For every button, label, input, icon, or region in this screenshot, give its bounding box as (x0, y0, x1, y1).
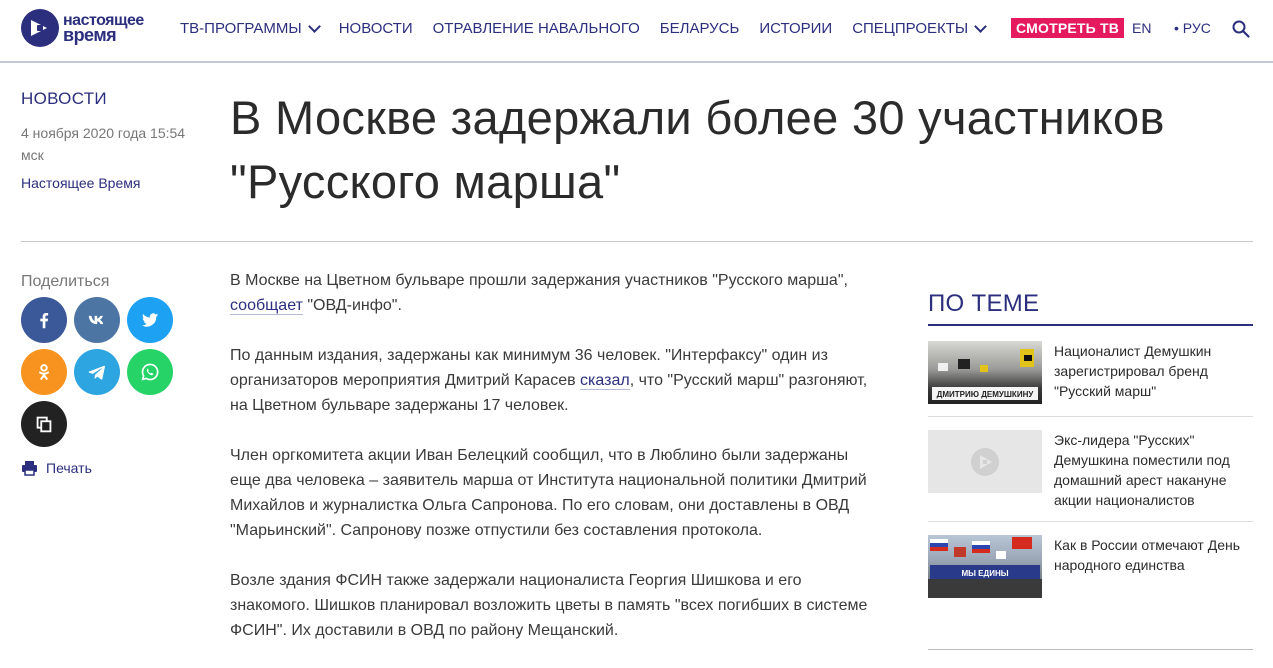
nav-navalny-poisoning[interactable]: ОТРАВЛЕНИЕ НАВАЛЬНОГО (433, 20, 640, 37)
share-label: Поделиться (21, 273, 110, 290)
related-heading: ПО ТЕМЕ (928, 290, 1253, 326)
related-title: Как в России отмечают День народного еди… (1054, 537, 1241, 573)
nav-tv-programs[interactable]: ТВ-ПРОГРАММЫ (180, 20, 321, 37)
divider (928, 416, 1253, 417)
svg-text:МЫ ЕДИНЫ: МЫ ЕДИНЫ (961, 569, 1008, 578)
logo-mark-icon (21, 9, 59, 47)
printer-icon (22, 461, 37, 476)
share-twitter-button[interactable] (127, 297, 173, 343)
photo-flags-image: ДМИТРИЮ ДЕМУШКИНУ (932, 349, 1038, 400)
article-paragraph: Член оргкомитета акции Иван Белецкий соо… (230, 447, 867, 539)
whatsapp-icon (141, 363, 159, 381)
article-paragraph: По данным издания, задержаны как минимум… (230, 347, 868, 414)
article-body: В Москве на Цветном бульваре прошли заде… (230, 268, 870, 668)
facebook-icon (40, 312, 49, 329)
share-odnoklassniki-button[interactable] (21, 349, 67, 395)
main-nav: ТВ-ПРОГРАММЫ НОВОСТИ ОТРАВЛЕНИЕ НАВАЛЬНО… (180, 20, 1005, 37)
print-button[interactable]: Печать (21, 460, 92, 476)
placeholder-logo-icon (971, 447, 999, 476)
divider (928, 649, 1253, 650)
article-category[interactable]: НОВОСТИ (21, 89, 107, 109)
lang-ru-link[interactable]: • РУС (1174, 20, 1211, 36)
nav-news[interactable]: НОВОСТИ (339, 20, 413, 37)
page-title: В Москве задержали более 30 участников "… (230, 91, 1165, 208)
divider (928, 521, 1253, 522)
photo-march-image: МЫ ЕДИНЫ (928, 537, 1042, 598)
related-item[interactable]: Экс-лидера "Русских" Демушкина поместили… (928, 430, 1253, 510)
nav-stories[interactable]: ИСТОРИИ (759, 20, 832, 37)
svg-text:ДМИТРИЮ ДЕМУШКИНУ: ДМИТРИЮ ДЕМУШКИНУ (937, 390, 1035, 399)
article-date: 4 ноября 2020 года 15:54 мск (21, 125, 186, 163)
article-paragraph: В Москве на Цветном бульваре прошли заде… (230, 272, 848, 315)
search-icon[interactable] (1232, 20, 1250, 38)
related-title: Националист Демушкин зарегистрировал бре… (1054, 343, 1212, 399)
share-telegram-button[interactable] (74, 349, 120, 395)
divider (21, 241, 1253, 242)
source-link[interactable]: сообщает (230, 297, 303, 315)
article-paragraph: Возле здания ФСИН также задержали национ… (230, 572, 868, 639)
vk-icon (88, 315, 104, 325)
share-whatsapp-button[interactable] (127, 349, 173, 395)
site-logo[interactable]: настоящее время (21, 9, 144, 47)
related-item[interactable]: ДМИТРИЮ ДЕМУШКИНУ Националист Демушкин з… (928, 341, 1253, 404)
lang-en-link[interactable]: EN (1132, 20, 1151, 36)
copy-link-icon (36, 416, 52, 433)
telegram-icon (88, 365, 105, 380)
odnoklassniki-icon (38, 364, 50, 380)
chevron-down-icon (307, 20, 321, 33)
related-thumbnail: МЫ ЕДИНЫ (928, 535, 1042, 598)
logo-text: настоящее время (63, 12, 144, 45)
source-link[interactable]: сказал (580, 372, 630, 390)
nav-special-projects[interactable]: СПЕЦПРОЕКТЫ (852, 20, 988, 37)
related-title: Экс-лидера "Русских" Демушкина поместили… (1054, 432, 1230, 508)
related-item[interactable]: МЫ ЕДИНЫ Как в России отмечают День наро… (928, 535, 1253, 598)
nav-belarus[interactable]: БЕЛАРУСЬ (660, 20, 740, 37)
article-source[interactable]: Настоящее Время (21, 175, 140, 191)
copy-link-button[interactable] (21, 401, 67, 447)
chevron-down-icon (974, 20, 988, 33)
share-vk-button[interactable] (74, 297, 120, 343)
watch-tv-button[interactable]: СМОТРЕТЬ ТВ (1011, 18, 1125, 38)
related-thumbnail (928, 430, 1042, 493)
share-facebook-button[interactable] (21, 297, 67, 343)
related-thumbnail: ДМИТРИЮ ДЕМУШКИНУ (928, 341, 1042, 404)
site-header: настоящее время ТВ-ПРОГРАММЫ НОВОСТИ ОТР… (0, 0, 1273, 63)
twitter-icon (141, 313, 159, 327)
